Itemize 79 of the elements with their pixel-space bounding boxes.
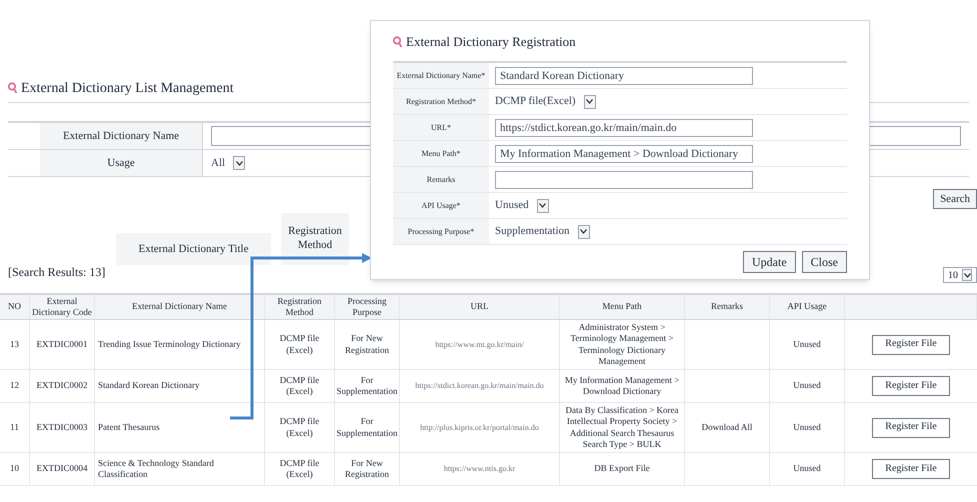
text-field[interactable]: https://stdict.korean.go.kr/main/main.do — [495, 118, 753, 136]
url-cell: http://plus.kipris.or.kr/portal/main.do — [420, 422, 539, 432]
column-label: External Dictionary Title — [116, 233, 271, 265]
select-field[interactable]: All — [211, 154, 246, 172]
field-label: Remarks — [426, 174, 456, 186]
results-count: [Search Results: 13] — [8, 264, 106, 281]
dropdown-caret-icon — [536, 198, 549, 212]
register-file-button[interactable]: Register File — [872, 418, 950, 438]
name-cell-text: Science & Technology Standard Classification — [98, 458, 215, 480]
purpose-cell-text: For New Registration — [344, 458, 390, 480]
column-header: NO — [8, 301, 21, 313]
method-cell-text: DCMP file (Excel) — [278, 333, 320, 356]
search-button[interactable]: Search — [933, 189, 977, 209]
field-label: URL* — [431, 122, 451, 134]
dialog-button[interactable]: Update — [743, 251, 796, 273]
dialog-button[interactable]: Close — [802, 251, 847, 273]
code-cell: EXTDIC0002 — [36, 380, 88, 392]
column-header: External Dictionary Code — [31, 296, 93, 318]
select-field[interactable]: Unused — [495, 196, 549, 214]
dropdown-caret-icon — [578, 224, 590, 238]
row-number: 11 — [10, 422, 19, 434]
code-cell: EXTDIC0004 — [36, 463, 88, 475]
field-label: Registration Method* — [406, 96, 476, 108]
select-field[interactable]: DCMP file(Excel) — [495, 92, 596, 110]
purpose-cell: For Supplementation — [336, 374, 398, 398]
field-label: Menu Path* — [422, 148, 460, 160]
column-header: URL — [470, 301, 488, 313]
usage-cell: Unused — [793, 338, 821, 350]
page-title: External Dictionary List Management — [21, 80, 234, 98]
form-label: External Dictionary Name — [40, 123, 202, 149]
dropdown-caret-icon — [233, 156, 246, 170]
field-label: API Usage* — [422, 200, 460, 212]
menu-path-cell-text: Administrator System > Terminology Management > Terminology Dictionary Management — [570, 322, 674, 367]
menu-path-cell-text: My Information Management > Download Dictionary — [564, 374, 680, 398]
code-cell: EXTDIC0003 — [36, 422, 88, 434]
column-header: Remarks — [711, 301, 743, 313]
select-field[interactable]: Supplementation — [495, 222, 590, 240]
usage-cell: Unused — [793, 422, 821, 434]
dropdown-caret-icon — [584, 94, 596, 108]
column-header: Registration Method — [276, 296, 322, 318]
field-label: Processing Purpose* — [408, 226, 474, 238]
register-file-button[interactable]: Register File — [872, 376, 950, 396]
usage-cell: Unused — [793, 463, 821, 475]
code-cell: EXTDIC0001 — [36, 338, 88, 350]
column-header: External Dictionary Name — [132, 301, 227, 313]
url-cell: https://www.ntis.go.kr — [444, 464, 516, 474]
url-cell: https://stdict.korean.go.kr/main/main.do — [415, 381, 544, 391]
method-cell-text: DCMP file (Excel) — [278, 374, 320, 398]
form-label: Usage — [40, 150, 202, 176]
row-number: 10 — [10, 463, 19, 475]
text-field[interactable]: My Information Management > Download Dictionary — [495, 144, 753, 162]
column-header: API Usage — [787, 301, 827, 313]
dropdown-caret-icon — [962, 269, 972, 281]
column-header: Menu Path — [602, 301, 642, 313]
menu-path-cell-text: Data By Classification > Korea Intellectual Property Society > Additional Search Thesaurus Search Type > BULK — [564, 405, 680, 450]
purpose-cell-text: For New Registration — [344, 333, 390, 356]
register-file-button[interactable]: Register File — [872, 334, 950, 354]
register-file-button[interactable]: Register File — [872, 459, 950, 479]
name-cell: Patent Thesaurus — [98, 422, 160, 434]
dialog-title: External Dictionary Registration — [406, 33, 576, 52]
purpose-cell: For Supplementation — [336, 416, 398, 439]
menu-path-cell: DB Export File — [594, 463, 650, 475]
text-field[interactable] — [495, 170, 753, 188]
name-cell: Standard Korean Dictionary — [98, 380, 200, 392]
method-cell-text: DCMP file (Excel) — [278, 458, 320, 480]
url-cell: https://www.mt.go.kr/main/ — [435, 340, 524, 350]
row-number: 13 — [10, 338, 19, 350]
text-field[interactable]: Standard Korean Dictionary — [495, 66, 753, 84]
usage-cell: Unused — [793, 380, 821, 392]
search-icon — [8, 82, 17, 94]
search-icon — [393, 36, 402, 48]
page-size-select[interactable]: 10 — [943, 267, 977, 283]
row-number: 12 — [10, 380, 19, 392]
column-label: Registration Method — [281, 213, 349, 265]
remarks-cell: Download All — [702, 422, 752, 434]
column-header: Processing Purpose — [346, 296, 388, 318]
method-cell-text: DCMP file (Excel) — [278, 416, 320, 439]
field-label: External Dictionary Name* — [396, 70, 486, 82]
name-cell: Trending Issue Terminology Dictionary — [98, 338, 241, 350]
